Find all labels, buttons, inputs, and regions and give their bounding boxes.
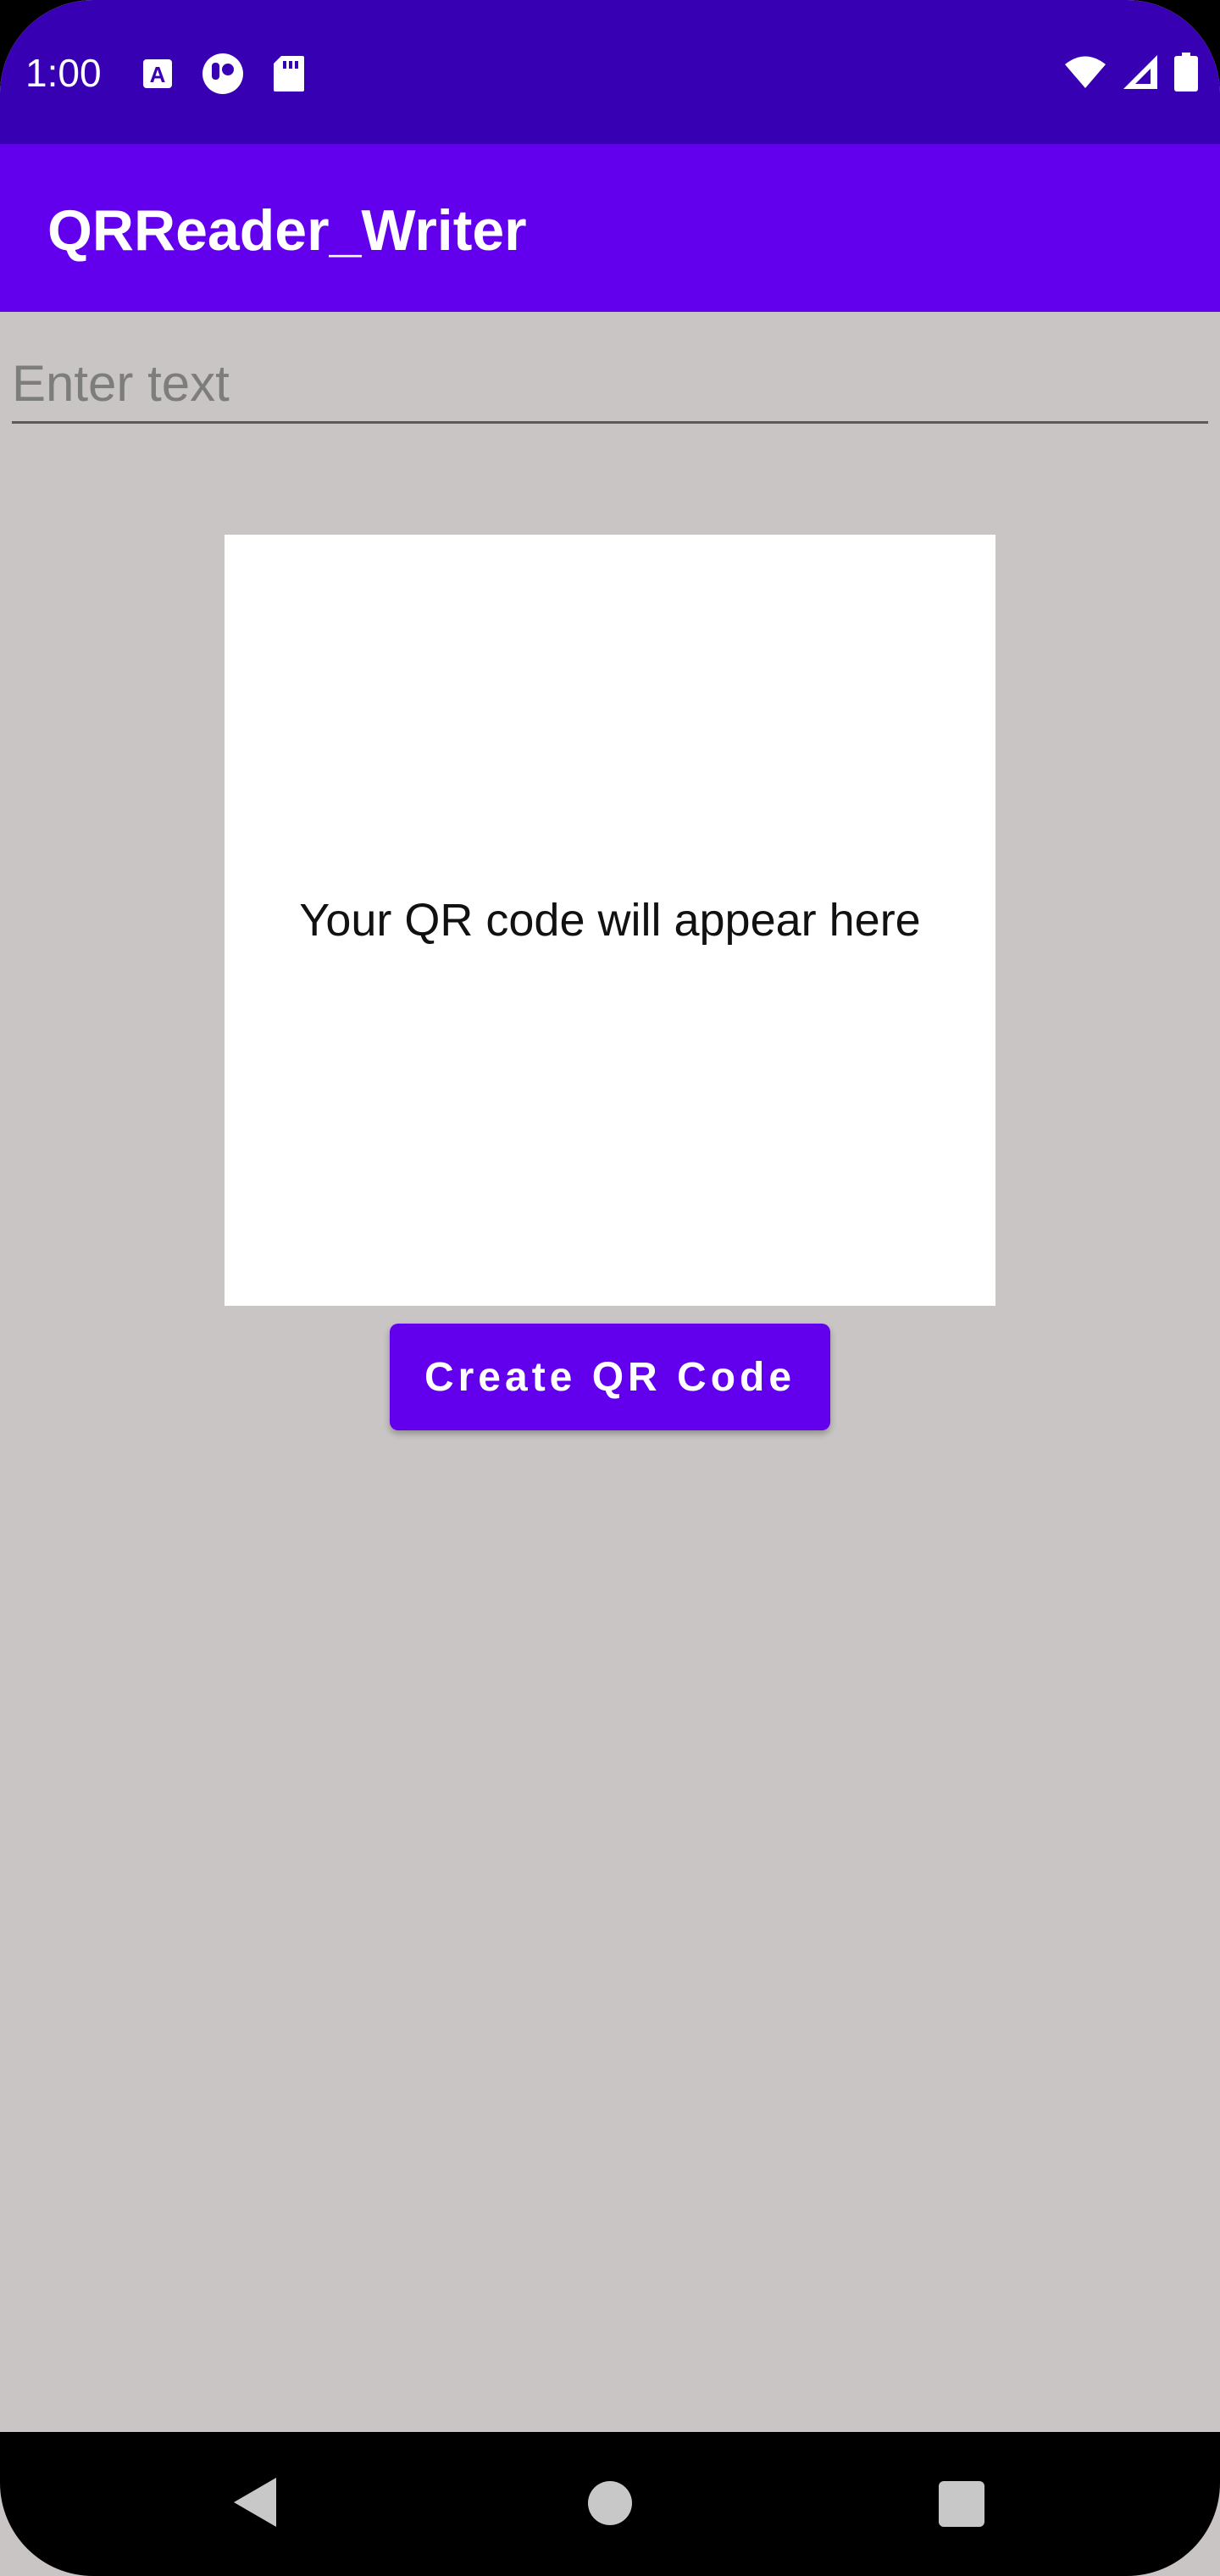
status-time: 1:00 <box>25 51 102 95</box>
main-content: Your QR code will appear here Create QR … <box>0 312 1220 2432</box>
svg-text:A: A <box>150 62 166 87</box>
qr-placeholder-text: Your QR code will appear here <box>299 895 921 946</box>
app-bar: QRReader_Writer <box>0 144 1220 312</box>
app-notification-icon <box>202 53 244 99</box>
status-icons-right <box>1064 53 1198 96</box>
status-bar: 1:00 A <box>0 0 1220 144</box>
create-qr-code-button[interactable]: Create QR Code <box>390 1324 830 1430</box>
app-screen: 1:00 A QRReader_Writer Enter text Your Q… <box>0 0 1220 2576</box>
recents-icon[interactable] <box>939 2481 984 2527</box>
text-a-icon: A <box>142 58 173 93</box>
status-icons-left: A <box>142 53 305 99</box>
text-input[interactable] <box>12 346 1208 424</box>
cell-signal-icon <box>1122 53 1159 95</box>
home-icon[interactable] <box>588 2481 632 2525</box>
navigation-bar <box>0 2432 1220 2576</box>
qr-code-area: Your QR code will appear here <box>225 535 995 1306</box>
back-icon[interactable] <box>232 2476 278 2533</box>
app-title: QRReader_Writer <box>47 198 527 263</box>
battery-icon <box>1174 53 1198 96</box>
wifi-icon <box>1064 55 1106 93</box>
sd-card-icon <box>273 55 305 97</box>
